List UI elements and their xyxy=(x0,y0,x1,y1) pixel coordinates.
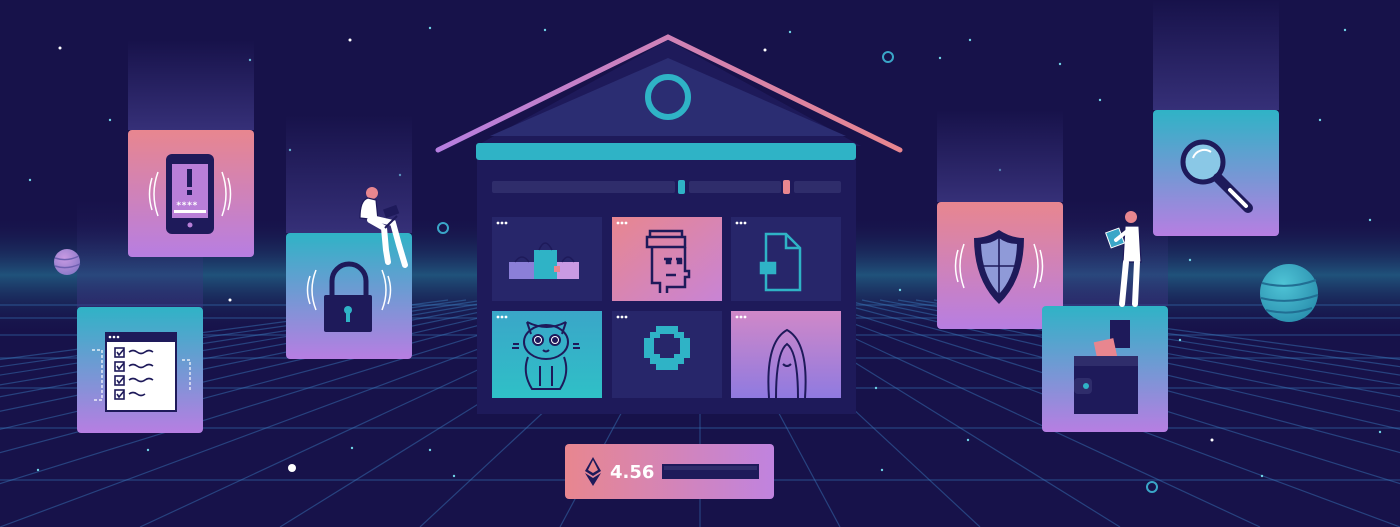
filter-bar xyxy=(794,181,841,193)
star xyxy=(1058,62,1062,66)
star xyxy=(108,118,112,122)
price-bar-highlight xyxy=(664,466,757,470)
star xyxy=(428,26,432,30)
price-card[interactable]: 4.56 xyxy=(565,444,774,499)
star xyxy=(938,56,942,60)
star xyxy=(543,28,547,32)
star xyxy=(1318,118,1322,122)
search-card[interactable] xyxy=(1153,110,1279,236)
star xyxy=(350,446,354,450)
lock-card[interactable] xyxy=(286,233,412,359)
star xyxy=(1178,338,1182,342)
star xyxy=(1260,474,1264,478)
nft-tile-document[interactable] xyxy=(731,217,841,301)
filter-marker xyxy=(678,180,685,194)
filter-bar xyxy=(492,181,675,193)
beam-right xyxy=(937,110,1063,202)
security-alert-card[interactable]: **** xyxy=(128,130,254,257)
star xyxy=(898,288,902,292)
star xyxy=(763,48,767,52)
filter-marker xyxy=(783,180,790,194)
star xyxy=(36,468,40,472)
star xyxy=(1368,218,1372,222)
star xyxy=(874,386,878,390)
beam-right-2 xyxy=(1153,0,1279,110)
nft-tile-cat[interactable] xyxy=(492,311,602,398)
planet-right xyxy=(1260,264,1319,322)
star xyxy=(1098,98,1102,102)
star xyxy=(288,464,296,472)
nft-tile-pixel-punk[interactable] xyxy=(612,217,722,301)
star xyxy=(966,438,970,442)
star xyxy=(1210,438,1214,442)
star xyxy=(348,38,352,42)
star xyxy=(428,448,432,452)
wallet-card[interactable] xyxy=(1042,306,1168,432)
beam-left xyxy=(128,40,254,130)
star xyxy=(28,178,32,182)
nft-tile-portrait[interactable] xyxy=(731,311,841,399)
planet-left xyxy=(54,249,81,275)
star xyxy=(1188,258,1192,262)
price-value: 4.56 xyxy=(610,462,654,483)
star xyxy=(1343,28,1347,32)
star xyxy=(1378,430,1382,434)
filter-bar xyxy=(689,181,781,193)
building-beam xyxy=(476,143,856,160)
checklist-icon xyxy=(92,332,191,412)
star xyxy=(968,38,972,42)
password-mask: **** xyxy=(176,201,198,211)
star xyxy=(788,30,792,34)
star xyxy=(880,468,884,472)
checklist-card[interactable] xyxy=(77,307,203,433)
nft-marketplace-illustration: **** 4.56 xyxy=(0,0,1400,527)
star xyxy=(58,46,62,50)
star xyxy=(146,448,150,452)
nft-tile-shopping-bags[interactable] xyxy=(492,217,602,301)
nft-tile-pixel-ring[interactable] xyxy=(612,311,722,398)
star xyxy=(228,298,232,302)
star xyxy=(452,474,456,478)
